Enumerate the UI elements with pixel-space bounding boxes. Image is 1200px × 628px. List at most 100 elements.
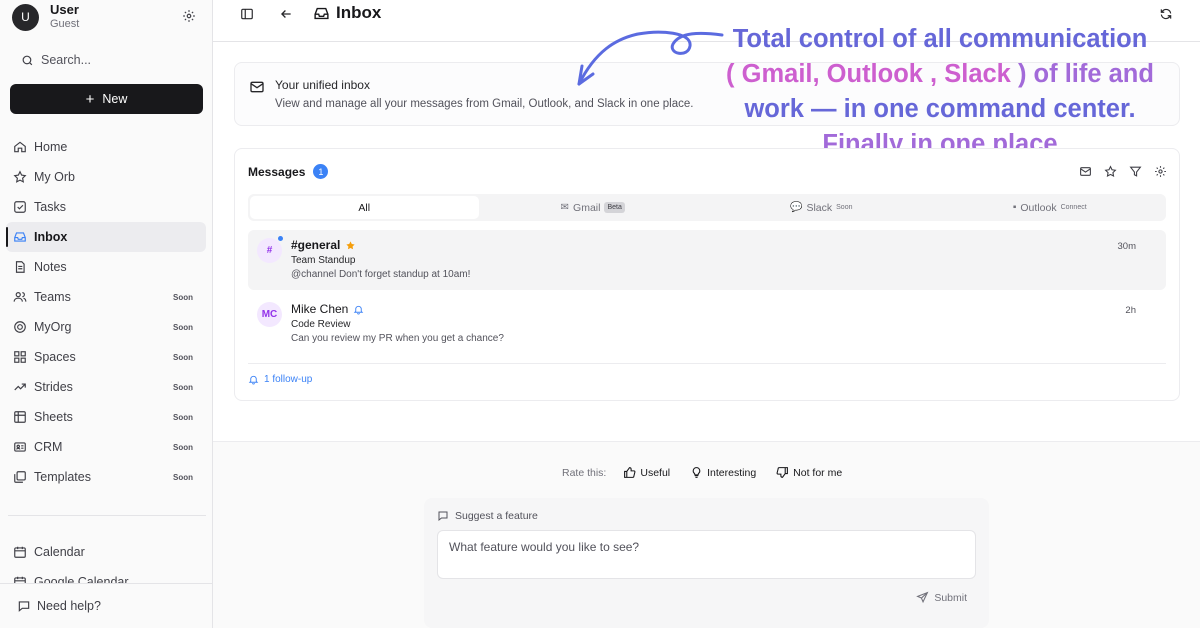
message-subject: Team Standup <box>291 255 356 266</box>
sidebar-item-label: Home <box>34 140 68 154</box>
soon-badge: Soon <box>173 412 193 422</box>
option-label: Useful <box>640 466 671 479</box>
gmail-icon: ✉ <box>560 202 570 213</box>
search-icon <box>22 55 33 65</box>
beta-badge: Beta <box>604 202 625 213</box>
checkbox-icon <box>14 201 26 213</box>
sender-name: Mike Chen <box>291 302 349 316</box>
mail-icon[interactable] <box>1079 165 1092 178</box>
option-label: Interesting <box>707 466 757 479</box>
feedback-area: Rate this: Useful Interesting Not for me… <box>213 441 1200 628</box>
feature-suggestion-input[interactable]: What feature would you like to see? <box>437 530 976 579</box>
tab-outlook[interactable]: ▪ Outlook Connect <box>936 196 1165 219</box>
inbox-icon <box>314 7 329 19</box>
note-icon <box>15 261 25 273</box>
sidebar-item-my-orb[interactable]: My Orb <box>6 162 206 192</box>
sidebar-item-inbox[interactable]: Inbox <box>6 222 206 252</box>
page-title: Inbox <box>313 3 381 23</box>
calendar-icon <box>14 546 26 558</box>
sidebar-nav: Home My Orb Tasks Inbox Notes Teams Soon… <box>6 132 206 492</box>
avatar: U <box>12 3 39 31</box>
outlook-icon: ▪ <box>1012 202 1017 213</box>
help-icon <box>18 601 30 612</box>
annotation-open: ( <box>726 60 742 88</box>
bell-icon <box>248 375 259 385</box>
sidebar-item-tasks[interactable]: Tasks <box>6 192 206 222</box>
follow-up-link[interactable]: 1 follow-up <box>248 374 312 385</box>
bell-icon[interactable] <box>353 304 364 315</box>
message-row[interactable]: # #general Team Standup @channel Don't f… <box>248 230 1166 290</box>
user-profile[interactable]: U User Guest <box>12 2 202 32</box>
new-button[interactable]: + New <box>10 84 203 114</box>
thumbs-up-icon <box>624 467 636 478</box>
info-title: Your unified inbox <box>275 78 370 92</box>
interesting-button[interactable]: Interesting <box>690 466 756 479</box>
unread-dot <box>278 236 283 241</box>
message-row[interactable]: MC Mike Chen Code Review Can you review … <box>248 294 1166 364</box>
tab-label: Gmail <box>573 201 601 214</box>
sender-name: #general <box>291 238 341 252</box>
plus-icon: + <box>85 90 95 108</box>
back-arrow-icon[interactable] <box>279 7 293 21</box>
gear-icon[interactable] <box>182 9 196 23</box>
send-icon <box>916 591 929 604</box>
annotation-line: ( Gmail, Outlook , Slack ) of life and <box>700 57 1180 92</box>
page-title-text: Inbox <box>336 3 382 22</box>
help-link[interactable]: Need help? <box>0 583 213 628</box>
source-tabs: All ✉ Gmail Beta 💬 Slack Soon ▪ Outlook … <box>248 194 1166 221</box>
message-time: 2h <box>1125 305 1136 316</box>
suggest-heading: Suggest a feature <box>437 510 538 522</box>
sidebar-item-strides[interactable]: Strides Soon <box>6 372 206 402</box>
sidebar-item-templates[interactable]: Templates Soon <box>6 462 206 492</box>
sidebar-item-spaces[interactable]: Spaces Soon <box>6 342 206 372</box>
sidebar-item-sheets[interactable]: Sheets Soon <box>6 402 206 432</box>
new-button-label: New <box>102 92 128 106</box>
sidebar-toggle-icon[interactable] <box>240 7 254 21</box>
tab-all[interactable]: All <box>250 196 479 219</box>
mail-icon <box>250 81 264 93</box>
home-icon <box>14 141 26 153</box>
soon-badge: Soon <box>173 352 193 362</box>
star-filled-icon[interactable] <box>345 240 356 251</box>
message-toolbar <box>1067 165 1167 178</box>
sidebar-item-calendar[interactable]: Calendar <box>6 537 206 567</box>
annotation-text: Total control of all communication ( Gma… <box>700 22 1180 162</box>
sidebar-item-myorg[interactable]: MyOrg Soon <box>6 312 206 342</box>
gear-icon[interactable] <box>1154 165 1167 178</box>
annotation-close: ) of life and <box>1010 60 1154 88</box>
submit-button[interactable]: Submit <box>916 591 967 604</box>
sidebar-secondary-nav: Calendar Google Calendar <box>6 537 206 583</box>
follow-up-label: 1 follow-up <box>264 374 313 385</box>
calendar-icon <box>14 576 26 583</box>
soon-badge: Soon <box>173 292 193 302</box>
search-input[interactable]: Search... <box>12 49 202 71</box>
soon-badge: Soon <box>173 442 193 452</box>
slack-icon: 💬 <box>790 202 803 213</box>
soon-badge: Soon <box>173 472 193 482</box>
message-subject: Code Review <box>291 319 351 330</box>
tab-label: All <box>358 201 371 214</box>
useful-button[interactable]: Useful <box>623 466 670 479</box>
message-sender: Mike Chen <box>291 302 364 316</box>
annotation-highlight: Gmail, Outlook , Slack <box>741 60 1011 88</box>
tab-label: Slack <box>806 201 833 214</box>
star-icon[interactable] <box>1104 165 1117 178</box>
tab-slack[interactable]: 💬 Slack Soon <box>707 196 936 219</box>
divider <box>8 515 206 516</box>
channel-avatar: # <box>257 238 282 263</box>
sidebar-item-label: Templates <box>34 470 91 484</box>
messages-card: Messages 1 All ✉ Gmail Beta 💬 Slack Soon… <box>234 148 1180 401</box>
filter-icon[interactable] <box>1129 165 1142 178</box>
sidebar-item-notes[interactable]: Notes <box>6 252 206 282</box>
sidebar-item-label: Teams <box>34 290 71 304</box>
refresh-icon[interactable] <box>1159 7 1173 21</box>
lightbulb-icon <box>692 467 701 478</box>
help-label: Need help? <box>37 599 101 613</box>
sidebar-item-teams[interactable]: Teams Soon <box>6 282 206 312</box>
sidebar-item-google-calendar[interactable]: Google Calendar <box>6 567 206 583</box>
not-for-me-button[interactable]: Not for me <box>776 466 842 479</box>
tab-gmail[interactable]: ✉ Gmail Beta <box>479 196 708 219</box>
sidebar-item-label: MyOrg <box>34 320 72 334</box>
sidebar-item-crm[interactable]: CRM Soon <box>6 432 206 462</box>
sidebar-item-home[interactable]: Home <box>6 132 206 162</box>
